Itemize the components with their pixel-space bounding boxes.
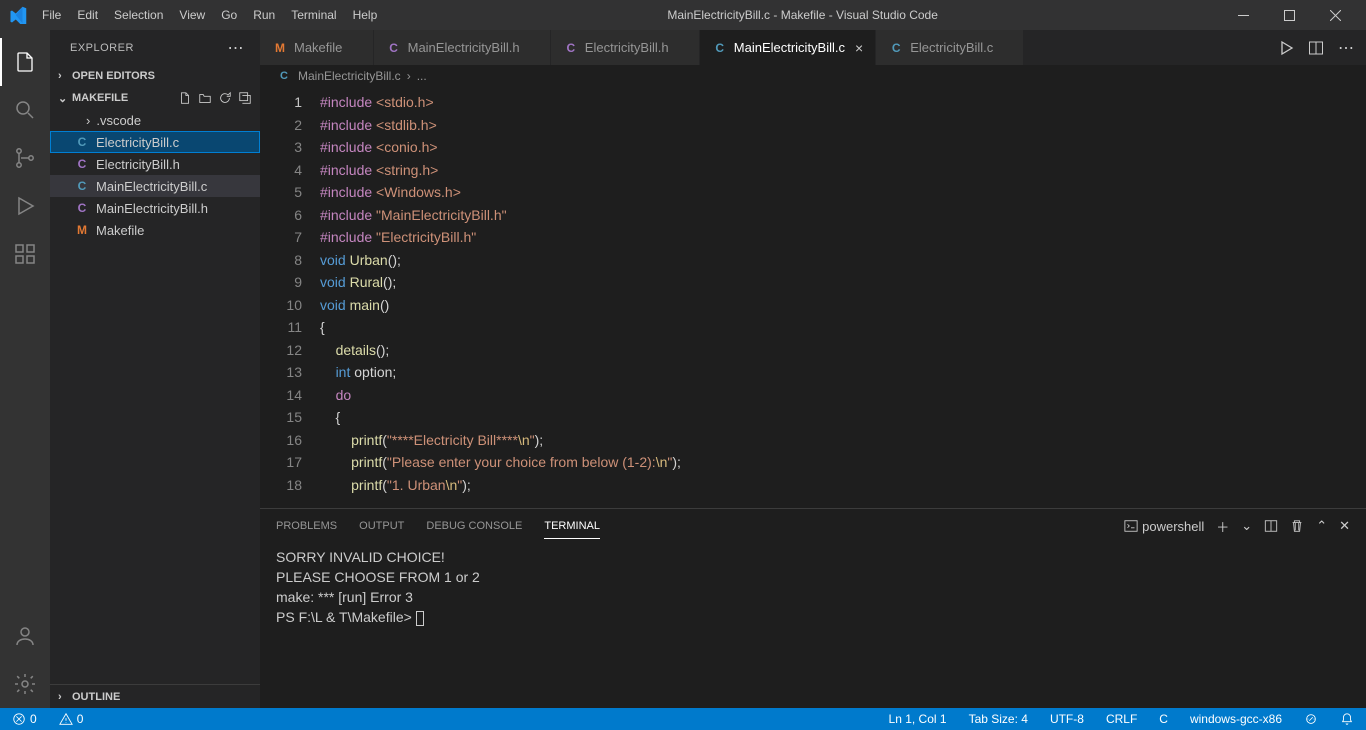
extensions-icon[interactable] bbox=[0, 230, 50, 278]
encoding[interactable]: UTF-8 bbox=[1046, 712, 1088, 726]
run-icon[interactable] bbox=[1278, 40, 1294, 56]
search-icon[interactable] bbox=[0, 86, 50, 134]
sidebar-more-icon[interactable]: ⋯ bbox=[228, 38, 245, 58]
warnings-count[interactable]: 0 bbox=[55, 712, 88, 726]
cursor-position[interactable]: Ln 1, Col 1 bbox=[885, 712, 951, 726]
errors-count[interactable]: 0 bbox=[8, 712, 41, 726]
menu-edit[interactable]: Edit bbox=[69, 4, 106, 26]
eol[interactable]: CRLF bbox=[1102, 712, 1141, 726]
file-icon: C bbox=[888, 41, 904, 55]
menu-help[interactable]: Help bbox=[345, 4, 386, 26]
open-editors-section[interactable]: › OPEN EDITORS bbox=[50, 65, 260, 87]
tab-MainElectricityBill.c[interactable]: CMainElectricityBill.c× bbox=[700, 30, 876, 65]
tab-ElectricityBill.h[interactable]: CElectricityBill.h× bbox=[551, 30, 700, 65]
breadcrumb[interactable]: C MainElectricityBill.c › ... bbox=[260, 65, 1366, 87]
tab-ElectricityBill.c[interactable]: CElectricityBill.c× bbox=[876, 30, 1024, 65]
collapse-all-icon[interactable] bbox=[238, 91, 252, 105]
activity-bar bbox=[0, 30, 50, 708]
chevron-right-icon: › bbox=[58, 691, 72, 703]
file-icon: M bbox=[74, 223, 90, 237]
new-terminal-icon[interactable]: ＋ bbox=[1216, 517, 1229, 536]
minimap[interactable] bbox=[1256, 87, 1366, 508]
menu-terminal[interactable]: Terminal bbox=[283, 4, 344, 26]
chevron-down-icon: ⌄ bbox=[58, 92, 72, 105]
file-icon: C bbox=[74, 135, 90, 149]
chevron-right-icon: › bbox=[86, 113, 90, 128]
panel-tab-problems[interactable]: PROBLEMS bbox=[276, 514, 337, 539]
tab-Makefile[interactable]: MMakefile× bbox=[260, 30, 374, 65]
menu-run[interactable]: Run bbox=[245, 4, 283, 26]
new-folder-icon[interactable] bbox=[198, 91, 212, 105]
menu-selection[interactable]: Selection bbox=[106, 4, 171, 26]
file-MainElectricityBill.h[interactable]: CMainElectricityBill.h bbox=[50, 197, 260, 219]
file-Makefile[interactable]: MMakefile bbox=[50, 219, 260, 241]
c-file-icon: C bbox=[276, 70, 292, 82]
accounts-icon[interactable] bbox=[0, 612, 50, 660]
tab-size[interactable]: Tab Size: 4 bbox=[965, 712, 1032, 726]
tab-MainElectricityBill.h[interactable]: CMainElectricityBill.h× bbox=[374, 30, 551, 65]
chevron-right-icon: › bbox=[58, 70, 72, 82]
file-icon: C bbox=[386, 41, 402, 55]
split-terminal-icon[interactable] bbox=[1264, 519, 1278, 533]
explorer-icon[interactable] bbox=[0, 38, 50, 86]
outline-section[interactable]: › OUTLINE bbox=[50, 684, 260, 708]
language-mode[interactable]: C bbox=[1155, 712, 1172, 726]
panel-tab-terminal[interactable]: TERMINAL bbox=[544, 514, 600, 539]
build-kit[interactable]: windows-gcc-x86 bbox=[1186, 712, 1286, 726]
split-editor-icon[interactable] bbox=[1308, 40, 1324, 56]
close-button[interactable] bbox=[1312, 0, 1358, 30]
notifications-icon[interactable] bbox=[1336, 712, 1358, 726]
window-title: MainElectricityBill.c - Makefile - Visua… bbox=[385, 8, 1220, 22]
sidebar: EXPLORER ⋯ › OPEN EDITORS ⌄ MAKEFILE › .… bbox=[50, 30, 260, 708]
file-icon: C bbox=[563, 41, 579, 55]
menubar: FileEditSelectionViewGoRunTerminalHelp M… bbox=[0, 0, 1366, 30]
menu-view[interactable]: View bbox=[171, 4, 213, 26]
file-icon: M bbox=[272, 41, 288, 55]
maximize-button[interactable] bbox=[1266, 0, 1312, 30]
vscode-logo-icon bbox=[8, 5, 28, 25]
maximize-panel-icon[interactable]: ⌃ bbox=[1316, 518, 1327, 534]
statusbar: 0 0 Ln 1, Col 1 Tab Size: 4 UTF-8 CRLF C… bbox=[0, 708, 1366, 730]
refresh-icon[interactable] bbox=[218, 91, 232, 105]
settings-gear-icon[interactable] bbox=[0, 660, 50, 708]
panel-tab-output[interactable]: OUTPUT bbox=[359, 514, 404, 539]
feedback-icon[interactable] bbox=[1300, 712, 1322, 726]
file-icon: C bbox=[712, 41, 728, 55]
file-icon: C bbox=[74, 179, 90, 193]
project-section[interactable]: ⌄ MAKEFILE bbox=[50, 87, 260, 109]
menu-go[interactable]: Go bbox=[213, 4, 245, 26]
file-MainElectricityBill.c[interactable]: CMainElectricityBill.c bbox=[50, 175, 260, 197]
folder-vscode[interactable]: › .vscode bbox=[50, 109, 260, 131]
run-debug-icon[interactable] bbox=[0, 182, 50, 230]
menu-file[interactable]: File bbox=[34, 4, 69, 26]
editor-tabs: MMakefile×CMainElectricityBill.h×CElectr… bbox=[260, 30, 1366, 65]
close-panel-icon[interactable]: ✕ bbox=[1339, 518, 1350, 534]
minimize-button[interactable] bbox=[1220, 0, 1266, 30]
file-icon: C bbox=[74, 201, 90, 215]
panel-tab-debug-console[interactable]: DEBUG CONSOLE bbox=[426, 514, 522, 539]
source-control-icon[interactable] bbox=[0, 134, 50, 182]
editor[interactable]: 123456789101112131415161718 #include <st… bbox=[260, 87, 1366, 508]
close-tab-icon[interactable]: × bbox=[855, 40, 863, 56]
terminal-shell-label[interactable]: powershell bbox=[1124, 519, 1204, 534]
panel: PROBLEMS OUTPUT DEBUG CONSOLE TERMINAL powe… bbox=[260, 508, 1366, 708]
file-tree: › .vscode CElectricityBill.cCElectricity… bbox=[50, 109, 260, 684]
kill-terminal-icon[interactable] bbox=[1290, 519, 1304, 533]
more-actions-icon[interactable]: ⋯ bbox=[1338, 38, 1354, 58]
terminal-dropdown-icon[interactable]: ⌄ bbox=[1241, 518, 1252, 534]
file-icon: C bbox=[74, 157, 90, 171]
sidebar-title: EXPLORER bbox=[70, 42, 134, 54]
new-file-icon[interactable] bbox=[178, 91, 192, 105]
file-ElectricityBill.h[interactable]: CElectricityBill.h bbox=[50, 153, 260, 175]
file-ElectricityBill.c[interactable]: CElectricityBill.c bbox=[50, 131, 260, 153]
terminal-output[interactable]: SORRY INVALID CHOICE!PLEASE CHOOSE FROM … bbox=[260, 543, 1366, 708]
